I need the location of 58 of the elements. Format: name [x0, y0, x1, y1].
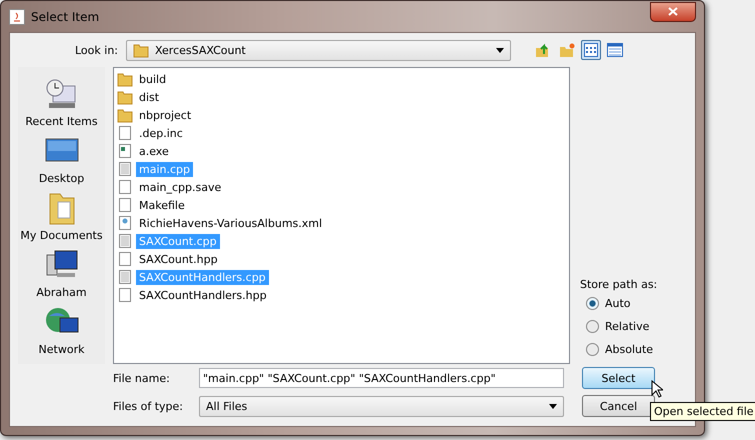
file-name[interactable]: .dep.inc — [136, 126, 186, 140]
radio-button[interactable] — [586, 320, 599, 333]
place-label[interactable]: My Documents — [20, 228, 103, 242]
file-name[interactable]: nbproject — [136, 108, 194, 122]
app-icon — [9, 8, 25, 24]
radio-label[interactable]: Auto — [605, 297, 631, 310]
file-type-label: Files of type: — [113, 400, 184, 412]
place-label[interactable]: Network — [38, 342, 84, 356]
mouse-pointer-icon — [651, 380, 663, 398]
folder-icon — [117, 89, 133, 105]
place-label[interactable]: Desktop — [38, 172, 84, 184]
look-in-label: Look in: — [75, 44, 118, 56]
close-button[interactable] — [650, 2, 696, 22]
folder-icon — [117, 107, 133, 123]
window-title: Select Item — [31, 10, 100, 24]
radio-button[interactable] — [586, 297, 599, 310]
folder-up-icon — [535, 42, 551, 58]
xml-document-icon — [117, 215, 133, 231]
radio-label[interactable]: Absolute — [605, 343, 654, 356]
file-name[interactable]: dist — [136, 90, 162, 104]
look-in-dropdown[interactable]: XercesSAXCount — [126, 40, 511, 60]
dropdown-caret-icon — [496, 48, 504, 52]
radio-button[interactable] — [586, 343, 599, 356]
folder-icon — [117, 71, 133, 87]
place-label[interactable]: Recent Items — [25, 114, 98, 128]
details-view-icon — [607, 43, 623, 57]
file-name[interactable]: Makefile — [136, 198, 188, 212]
store-path-label: Store path as: — [580, 278, 658, 291]
radio-label[interactable]: Relative — [605, 320, 650, 333]
file-name-label: File name: — [113, 372, 171, 384]
text-document-icon — [117, 269, 133, 285]
document-icon — [117, 125, 133, 141]
toolbar-button[interactable] — [605, 40, 625, 60]
file-name[interactable]: SAXCountHandlers.hpp — [136, 288, 270, 302]
file-name[interactable]: SAXCount.hpp — [136, 252, 221, 266]
new-folder-icon — [559, 42, 575, 58]
list-view-icon — [584, 43, 598, 57]
window-icon — [117, 143, 133, 159]
file-name[interactable]: main_cpp.save — [136, 180, 224, 194]
file-name[interactable]: build — [136, 72, 170, 86]
text-document-icon — [117, 233, 133, 249]
document-icon — [117, 251, 133, 267]
close-icon — [668, 7, 678, 16]
text-document-icon — [117, 161, 133, 177]
place-label[interactable]: Abraham — [36, 286, 87, 298]
file-name[interactable]: a.exe — [136, 144, 172, 158]
document-icon — [117, 179, 133, 195]
dropdown-caret-icon — [549, 404, 557, 408]
tooltip: Open selected file — [650, 402, 755, 421]
toolbar-button[interactable] — [581, 40, 601, 60]
document-icon — [117, 287, 133, 303]
file-name[interactable]: RichieHavens-VariousAlbums.xml — [136, 216, 326, 230]
file-name-field[interactable]: "main.cpp" "SAXCount.cpp" "SAXCountHandlers.cpp" — [199, 368, 564, 388]
file-type-dropdown[interactable]: All Files — [199, 396, 564, 416]
document-icon — [117, 197, 133, 213]
select-button[interactable]: Select — [582, 367, 655, 389]
folder-icon — [133, 42, 149, 58]
cancel-button[interactable]: Cancel — [582, 395, 655, 417]
